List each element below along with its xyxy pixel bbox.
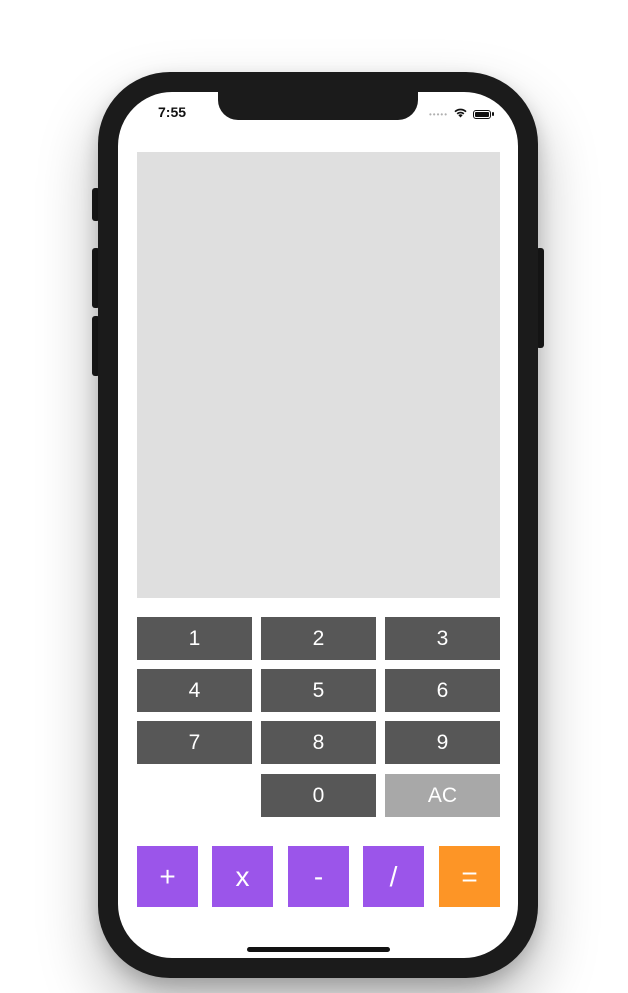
battery-icon <box>473 109 491 119</box>
equals-button[interactable]: = <box>439 846 500 907</box>
minus-button[interactable]: - <box>288 846 349 907</box>
key-6[interactable]: 6 <box>385 669 500 712</box>
phone-screen: 7:55 ••••• 1 2 3 4 5 6 7 8 9 0 AC + x - … <box>118 92 518 958</box>
calculator-display <box>137 152 500 598</box>
battery-tip <box>492 112 494 116</box>
home-indicator[interactable] <box>247 947 390 952</box>
key-2[interactable]: 2 <box>261 617 376 660</box>
key-8[interactable]: 8 <box>261 721 376 764</box>
key-5[interactable]: 5 <box>261 669 376 712</box>
key-9[interactable]: 9 <box>385 721 500 764</box>
divide-button[interactable]: / <box>363 846 424 907</box>
key-1[interactable]: 1 <box>137 617 252 660</box>
status-indicators: ••••• <box>429 105 494 123</box>
clear-button[interactable]: AC <box>385 774 500 817</box>
key-4[interactable]: 4 <box>137 669 252 712</box>
multiply-button[interactable]: x <box>212 846 273 907</box>
wifi-icon <box>453 105 468 123</box>
plus-button[interactable]: + <box>137 846 198 907</box>
key-3[interactable]: 3 <box>385 617 500 660</box>
stage: 7:55 ••••• 1 2 3 4 5 6 7 8 9 0 AC + x - … <box>0 0 628 993</box>
key-7[interactable]: 7 <box>137 721 252 764</box>
signal-dots-icon: ••••• <box>428 109 448 119</box>
notch <box>218 92 418 120</box>
status-time: 7:55 <box>158 104 187 120</box>
key-0[interactable]: 0 <box>261 774 376 817</box>
